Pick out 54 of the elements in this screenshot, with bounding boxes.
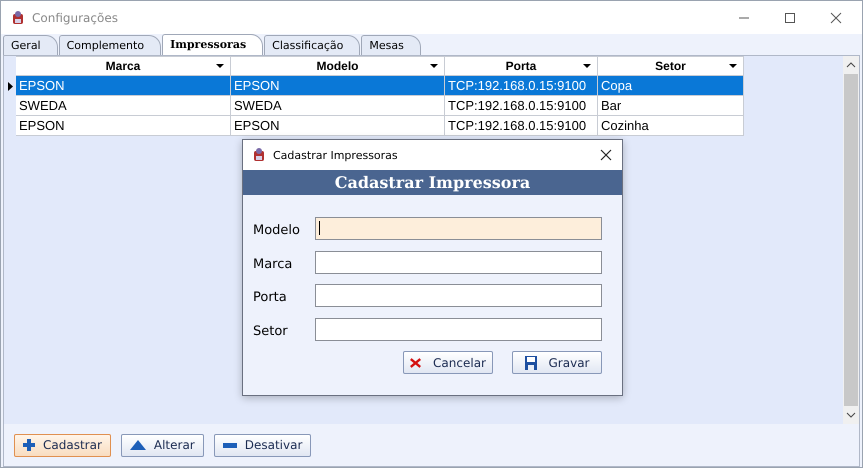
table-cell: TCP:192.168.0.15:9100 <box>445 76 598 96</box>
plus-icon <box>23 439 35 451</box>
dropdown-arrow-icon[interactable] <box>430 64 438 68</box>
dialog-button[interactable]: Cancelar <box>403 351 493 374</box>
table-cell: SWEDA <box>231 96 445 116</box>
column-header[interactable]: Marca <box>16 56 231 76</box>
app-icon <box>251 147 267 163</box>
app-icon <box>10 10 26 26</box>
table-cell: SWEDA <box>16 96 231 116</box>
close-icon[interactable] <box>600 149 612 161</box>
dialog-heading: Cadastrar Impressora <box>243 170 622 195</box>
column-header[interactable]: Setor <box>598 56 744 76</box>
table-cell: EPSON <box>16 116 231 136</box>
table-cell: EPSON <box>231 116 445 136</box>
dropdown-arrow-icon[interactable] <box>216 64 224 68</box>
table-cell: Cozinha <box>598 116 744 136</box>
dialog-button[interactable]: Gravar <box>512 351 602 374</box>
scrollbar-thumb[interactable] <box>844 74 858 406</box>
field-label: Marca <box>253 256 294 272</box>
dropdown-arrow-icon[interactable] <box>729 64 737 68</box>
window-title: Configurações <box>32 10 118 24</box>
tab[interactable]: Complemento <box>58 35 162 55</box>
scroll-up-icon[interactable] <box>846 62 856 68</box>
cross-icon <box>410 356 422 368</box>
table-cell: TCP:192.168.0.15:9100 <box>445 96 598 116</box>
scroll-down-icon[interactable] <box>846 412 856 418</box>
field-label: Setor <box>253 322 289 338</box>
tab[interactable]: Impressoras <box>162 34 264 55</box>
table-cell: Bar <box>598 96 744 116</box>
toolbar-button[interactable]: Desativar <box>214 434 312 456</box>
table-cell: EPSON <box>16 76 231 96</box>
tab[interactable]: Mesas <box>361 35 421 55</box>
field-label: Modelo <box>253 222 301 238</box>
input-field[interactable] <box>315 250 602 274</box>
table-cell: TCP:192.168.0.15:9100 <box>445 116 598 136</box>
minus-icon <box>222 442 237 448</box>
field-label: Porta <box>253 289 288 305</box>
toolbar-button[interactable]: Cadastrar <box>14 434 111 456</box>
triangle-up-icon <box>130 440 146 450</box>
input-field[interactable] <box>315 318 602 340</box>
maximize-icon[interactable] <box>784 12 796 24</box>
close-icon[interactable] <box>830 12 842 24</box>
dropdown-arrow-icon[interactable] <box>583 64 591 68</box>
input-field[interactable] <box>315 217 602 240</box>
row-pointer-icon <box>8 82 12 90</box>
tab[interactable]: Geral <box>3 35 58 55</box>
toolbar-button[interactable]: Alterar <box>120 434 204 456</box>
table-cell: Copa <box>598 76 744 96</box>
column-header[interactable]: Porta <box>445 56 598 76</box>
input-field[interactable] <box>315 284 602 307</box>
table-cell: EPSON <box>231 76 445 96</box>
tab[interactable]: Classificação <box>264 35 360 55</box>
dialog-title: Cadastrar Impressoras <box>273 148 398 162</box>
column-header[interactable]: Modelo <box>231 56 445 76</box>
